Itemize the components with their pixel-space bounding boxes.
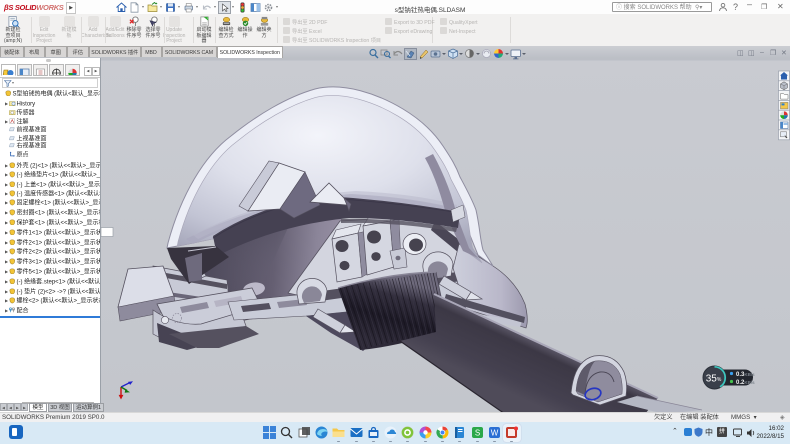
- svg-text:W: W: [491, 429, 499, 438]
- svg-text:S: S: [474, 429, 479, 438]
